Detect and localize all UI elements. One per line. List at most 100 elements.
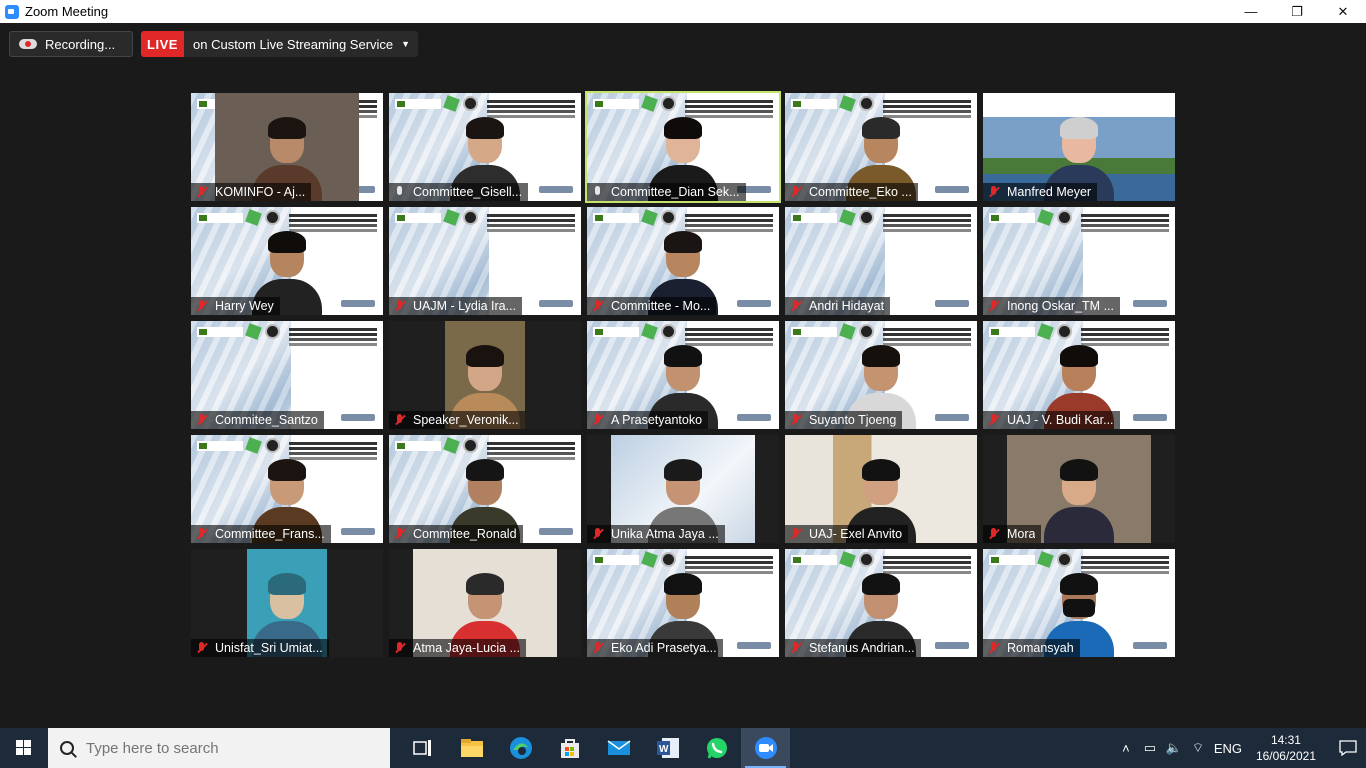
close-button[interactable]: ✕ [1320, 0, 1366, 23]
participant-tile[interactable]: Romansyah [983, 549, 1175, 657]
mic-muted-icon [591, 413, 605, 427]
participant-name-bar: Unisfat_Sri Umiat... [191, 639, 329, 657]
participant-hair [466, 345, 504, 367]
meeting-area: Recording... LIVE on Custom Live Streami… [0, 23, 1366, 728]
participant-name-bar: KOMINFO - Aj... [191, 183, 312, 201]
participant-tile[interactable]: Suyanto Tjoeng [785, 321, 977, 429]
participant-tile[interactable]: Manfred Meyer [983, 93, 1175, 201]
participant-tile[interactable]: Harry Wey [191, 207, 383, 315]
participant-tile[interactable]: Committee_Eko ... [785, 93, 977, 201]
taskbar-apps: W [398, 728, 790, 768]
window-title-bar: Zoom Meeting — ❐ ✕ [0, 0, 1366, 23]
participant-tile[interactable]: UAJM - Lydia Ira... [389, 207, 581, 315]
participant-hair [466, 573, 504, 595]
svg-text:W: W [659, 744, 669, 755]
participant-tile[interactable]: UAJ- Exel Anvito [785, 435, 977, 543]
participant-name-bar: Committee_Gisell... [389, 183, 529, 201]
participant-tile[interactable]: Committee - Mo... [587, 207, 779, 315]
maximize-button[interactable]: ❐ [1274, 0, 1320, 23]
live-stream-status[interactable]: LIVE on Custom Live Streaming Service ▼ [141, 31, 419, 57]
participant-tile[interactable]: Unika Atma Jaya ... [587, 435, 779, 543]
participant-tile[interactable]: Committee_Dian Sek... [585, 91, 781, 203]
participant-name-bar: UAJM - Lydia Ira... [389, 297, 523, 315]
system-tray: ˄ ▭ 🔈 ⌔ ENG 14:31 16/06/2021 [1114, 728, 1366, 768]
clock[interactable]: 14:31 16/06/2021 [1256, 732, 1316, 764]
participant-name: UAJ - V. Budi Kar... [1007, 413, 1114, 427]
participant-name: Committee_Frans... [215, 527, 325, 541]
participant-tile[interactable]: Unisfat_Sri Umiat... [191, 549, 383, 657]
mic-muted-icon [789, 185, 803, 199]
participant-tile[interactable]: Eko Adi Prasetya... [587, 549, 779, 657]
window-title: Zoom Meeting [25, 4, 109, 19]
participant-tile[interactable]: Andri Hidayat [785, 207, 977, 315]
volume-icon[interactable]: 🔈 [1162, 740, 1186, 756]
participant-name-bar: Stefanus Andrian... [785, 639, 921, 657]
participant-hair [1060, 459, 1098, 481]
participant-name: Suyanto Tjoeng [809, 413, 897, 427]
participant-tile[interactable]: Committee_Frans... [191, 435, 383, 543]
participant-name-bar: Committee - Mo... [587, 297, 717, 315]
recording-indicator[interactable]: Recording... [9, 31, 133, 57]
participant-hair [466, 117, 504, 139]
search-input[interactable] [86, 739, 366, 757]
windows-logo-icon [16, 740, 32, 756]
participant-name: Stefanus Andrian... [809, 641, 915, 655]
participant-hair [268, 573, 306, 595]
mic-muted-icon [195, 527, 209, 541]
mic-muted-icon [591, 527, 605, 541]
participant-name: Inong Oskar_TM ... [1007, 299, 1114, 313]
store-icon[interactable] [545, 728, 594, 768]
participant-hair [862, 459, 900, 481]
edge-icon[interactable] [496, 728, 545, 768]
participant-name: KOMINFO - Aj... [215, 185, 306, 199]
participant-tile[interactable]: Inong Oskar_TM ... [983, 207, 1175, 315]
participant-tile[interactable]: Speaker_Veronik... [389, 321, 581, 429]
participant-name-bar: Inong Oskar_TM ... [983, 297, 1120, 315]
start-button[interactable] [0, 728, 48, 768]
participant-hair [862, 117, 900, 139]
participant-tile[interactable]: Mora [983, 435, 1175, 543]
participant-name-bar: Harry Wey [191, 297, 280, 315]
chevron-down-icon[interactable]: ▼ [401, 39, 418, 49]
participant-name: Eko Adi Prasetya... [611, 641, 717, 655]
participant-name: UAJM - Lydia Ira... [413, 299, 517, 313]
chevron-up-icon[interactable]: ˄ [1114, 741, 1138, 756]
zoom-icon[interactable] [741, 728, 790, 768]
taskbar-search[interactable] [48, 728, 390, 768]
mic-muted-icon [591, 299, 605, 313]
participant-tile[interactable]: A Prasetyantoko [587, 321, 779, 429]
participant-tile[interactable]: Committee_Gisell... [389, 93, 581, 201]
participant-name: Commitee_Santzo [215, 413, 318, 427]
participant-tile[interactable]: Commitee_Ronald [389, 435, 581, 543]
participant-name-bar: Romansyah [983, 639, 1080, 657]
whatsapp-icon[interactable] [692, 728, 741, 768]
mic-muted-icon [789, 413, 803, 427]
live-badge: LIVE [141, 31, 184, 57]
mic-muted-icon [393, 641, 407, 655]
participant-tile[interactable]: KOMINFO - Aj... [191, 93, 383, 201]
file-explorer-icon[interactable] [447, 728, 496, 768]
mic-muted-icon [195, 641, 209, 655]
battery-icon[interactable]: ▭ [1138, 740, 1162, 756]
word-icon[interactable]: W [643, 728, 692, 768]
mic-muted-icon [987, 185, 1001, 199]
participant-tile[interactable]: Commitee_Santzo [191, 321, 383, 429]
mic-muted-icon [393, 527, 407, 541]
mic-muted-icon [195, 185, 209, 199]
mic-muted-icon [393, 299, 407, 313]
participant-name: Commitee_Ronald [413, 527, 517, 541]
wifi-icon[interactable]: ⌔ [1186, 740, 1210, 756]
participant-tile[interactable]: Atma Jaya-Lucia ... [389, 549, 581, 657]
participant-tile[interactable]: UAJ - V. Budi Kar... [983, 321, 1175, 429]
minimize-button[interactable]: — [1228, 0, 1274, 23]
notification-icon[interactable] [1330, 740, 1366, 756]
language-indicator[interactable]: ENG [1210, 741, 1246, 756]
participant-hair [862, 345, 900, 367]
mic-muted-icon [195, 413, 209, 427]
mic-icon [393, 185, 407, 199]
mic-muted-icon [789, 299, 803, 313]
participant-name: Speaker_Veronik... [413, 413, 519, 427]
task-view-icon[interactable] [398, 728, 447, 768]
participant-tile[interactable]: Stefanus Andrian... [785, 549, 977, 657]
mail-icon[interactable] [594, 728, 643, 768]
